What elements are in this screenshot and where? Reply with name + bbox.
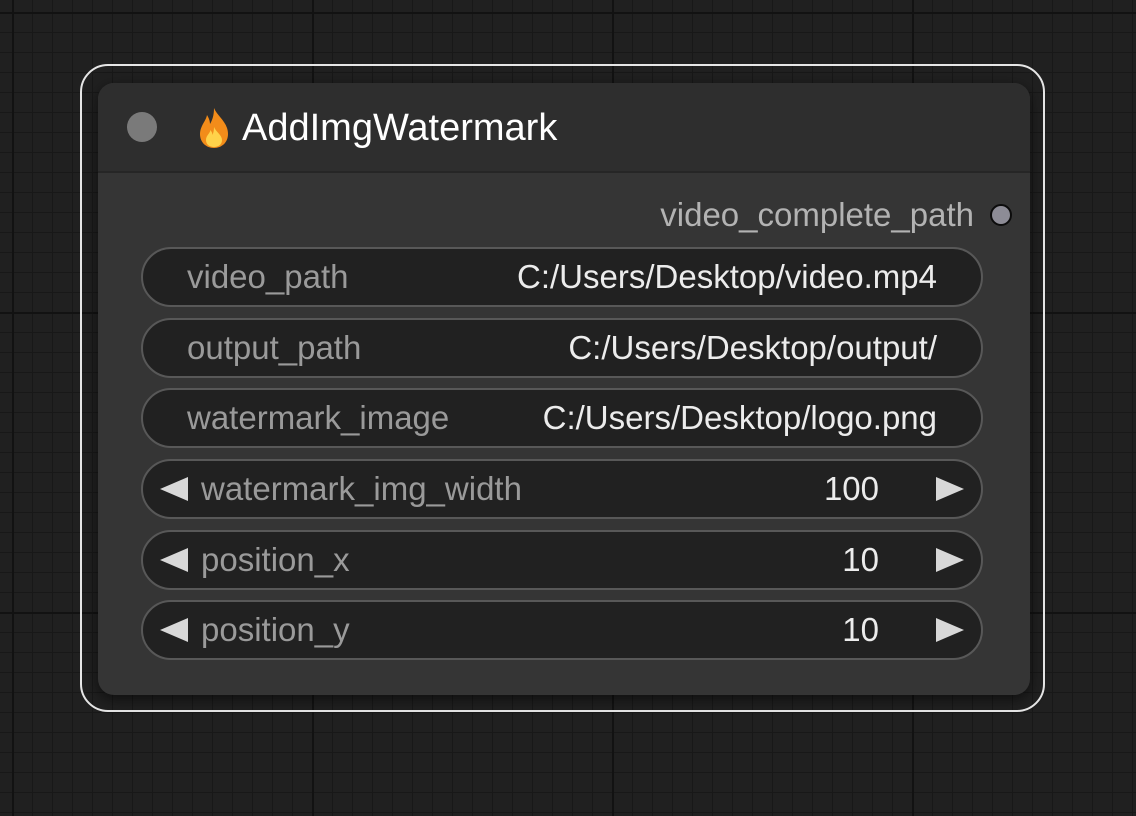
increment-arrow-icon[interactable] (936, 477, 964, 501)
decrement-arrow-icon[interactable] (160, 477, 188, 501)
position-y-value: 10 (842, 611, 879, 648)
watermark-img-width-label: watermark_img_width (201, 470, 522, 507)
watermark-image-field[interactable]: watermark_image C:/Users/Desktop/logo.pn… (141, 388, 983, 448)
increment-arrow-icon[interactable] (936, 548, 964, 572)
watermark-img-width-value: 100 (823, 470, 879, 507)
output-path-value: C:/Users/Desktop/output/ (568, 329, 937, 366)
increment-arrow-icon[interactable] (936, 618, 964, 642)
flame-icon (200, 108, 228, 148)
decrement-arrow-icon[interactable] (160, 548, 188, 572)
position-y-stepper[interactable]: position_y 10 (141, 600, 983, 660)
output-row: video_complete_path (660, 195, 1012, 235)
position-x-label: position_x (201, 541, 350, 578)
output-path-label: output_path (187, 329, 362, 366)
node-title: AddImgWatermark (242, 107, 558, 149)
watermark-image-value: C:/Users/Desktop/logo.png (542, 399, 937, 436)
output-label: video_complete_path (660, 196, 974, 233)
video-path-label: video_path (187, 258, 349, 295)
video-path-value: C:/Users/Desktop/video.mp4 (517, 258, 937, 295)
output-path-field[interactable]: output_path C:/Users/Desktop/output/ (141, 318, 983, 378)
add-img-watermark-node[interactable]: AddImgWatermark video_complete_path vide… (98, 83, 1030, 695)
watermark-image-label: watermark_image (187, 399, 450, 436)
video-path-field[interactable]: video_path C:/Users/Desktop/video.mp4 (141, 247, 983, 307)
watermark-img-width-stepper[interactable]: watermark_img_width 100 (141, 459, 983, 519)
position-y-label: position_y (201, 611, 350, 648)
node-header[interactable]: AddImgWatermark (98, 83, 1030, 173)
output-slot[interactable] (990, 204, 1012, 226)
position-x-stepper[interactable]: position_x 10 (141, 530, 983, 590)
decrement-arrow-icon[interactable] (160, 618, 188, 642)
position-x-value: 10 (842, 541, 879, 578)
collapse-toggle[interactable] (127, 112, 157, 142)
